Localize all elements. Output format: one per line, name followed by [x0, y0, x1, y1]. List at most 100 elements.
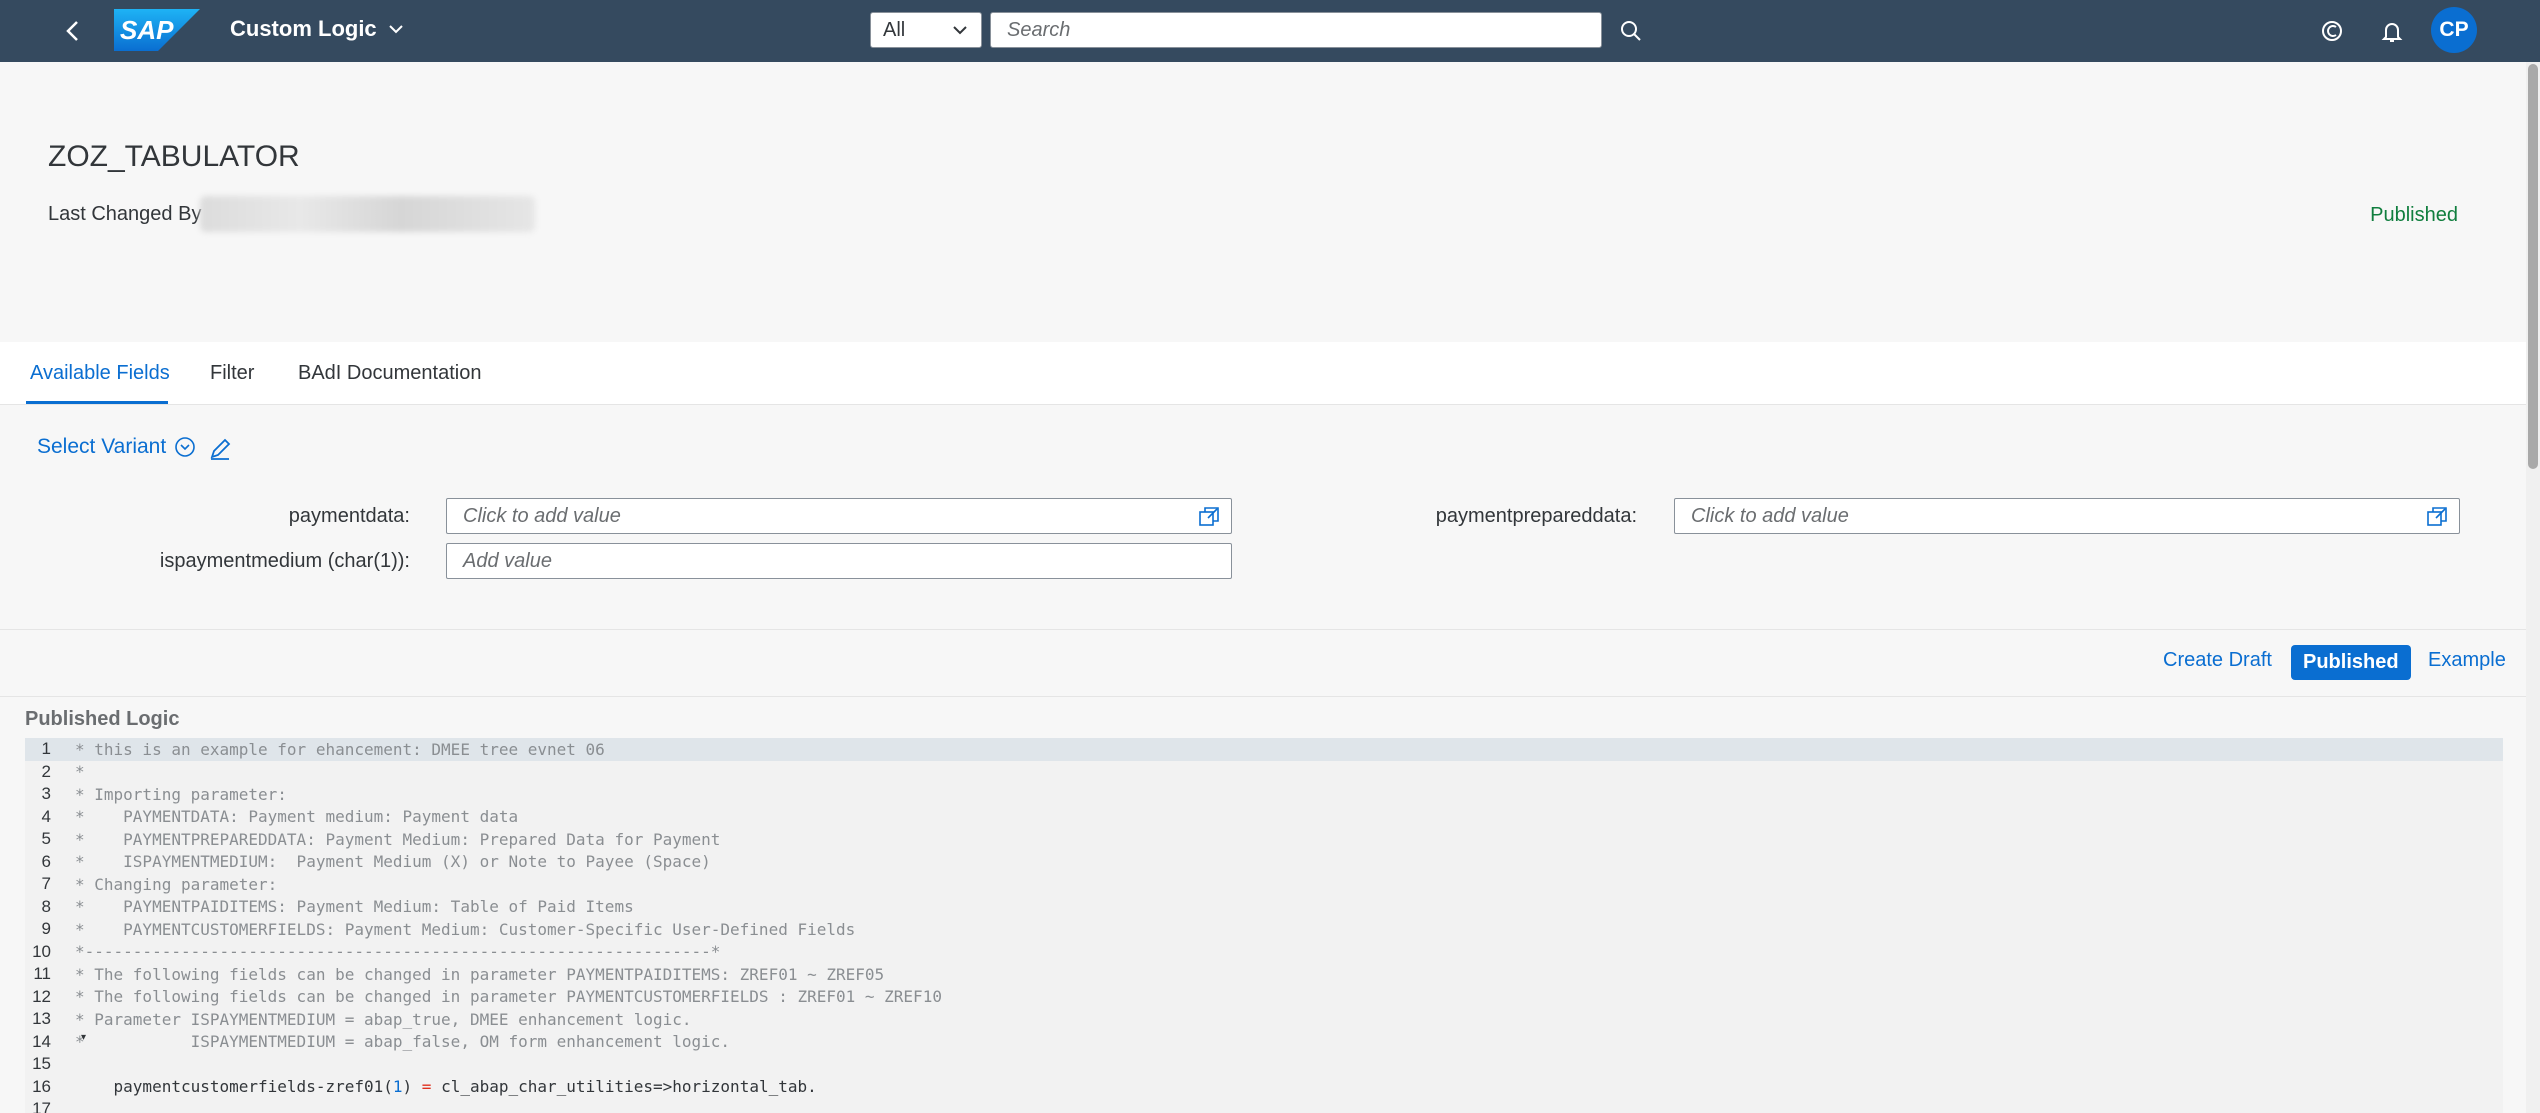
user-avatar[interactable]: CP — [2431, 7, 2477, 53]
line-number: 10 — [32, 941, 51, 961]
ispaymentmedium-input[interactable]: Add value — [446, 543, 1232, 579]
value-help-icon[interactable] — [1197, 505, 1221, 529]
code-text: * Importing parameter: — [75, 784, 287, 804]
code-text: *---------------------------------------… — [75, 942, 721, 962]
value-help-icon[interactable] — [2425, 505, 2449, 529]
object-title: ZOZ_TABULATOR — [48, 140, 300, 173]
code-line: 5 * PAYMENTPREPAREDDATA: Payment Medium: … — [25, 828, 2503, 851]
create-draft-button[interactable]: Create Draft — [2163, 649, 2272, 672]
search-scope-value: All — [883, 18, 906, 41]
code-text: * Parameter ISPAYMENTMEDIUM = abap_true,… — [75, 1009, 692, 1029]
fold-arrow-icon[interactable]: ▾ — [81, 1032, 86, 1043]
line-number: 7 — [41, 874, 51, 894]
line-number: 15 — [32, 1054, 51, 1074]
code-line: 1 * this is an example for ehancement: DM… — [25, 738, 2503, 761]
code-line: 15 — [25, 1053, 2503, 1076]
last-changed-label: Last Changed By — [48, 203, 202, 225]
line-number: 5 — [41, 829, 51, 849]
code-text: * ISPAYMENTMEDIUM = abap_false, OM form … — [75, 1032, 731, 1052]
code-line: 3 * Importing parameter: — [25, 783, 2503, 806]
line-number: 13 — [32, 1009, 51, 1029]
line-number: 9 — [41, 919, 51, 939]
paymentdata-placeholder: Click to add value — [463, 504, 621, 527]
code-text: * PAYMENTDATA: Payment medium: Payment d… — [75, 807, 519, 827]
copilot-icon[interactable] — [2317, 16, 2347, 46]
code-line: 12 * The following fields can be changed … — [25, 986, 2503, 1009]
code-line: 16 paymentcustomerfields-zref01(1) = cl_… — [25, 1076, 2503, 1099]
paymentdata-input[interactable]: Click to add value — [446, 498, 1232, 534]
search-scope-select[interactable]: All — [870, 12, 982, 48]
code-editor[interactable]: 1 * this is an example for ehancement: DM… — [25, 738, 2503, 1113]
app-title-menu[interactable]: Custom Logic — [230, 16, 405, 42]
sap-logo-text: SAP — [120, 15, 174, 45]
code-text: * ISPAYMENTMEDIUM: Payment Medium (X) or… — [75, 852, 711, 872]
code-number: 1 — [392, 1077, 403, 1097]
paymentdata-label: paymentdata: — [288, 505, 410, 527]
tab-badi-documentation[interactable]: BAdI Documentation — [298, 362, 481, 385]
scrollbar-thumb[interactable] — [2528, 64, 2538, 469]
back-icon[interactable] — [58, 16, 88, 46]
code-line: 17 — [25, 1098, 2503, 1113]
shell-bar: SAP Custom Logic All Search CP — [0, 0, 2540, 62]
line-number: 1 — [41, 739, 51, 759]
code-line: 6 * ISPAYMENTMEDIUM: Payment Medium (X) o… — [25, 851, 2503, 874]
code-text: * The following fields can be changed in… — [75, 964, 885, 984]
line-number-text: 14 — [32, 1031, 51, 1051]
code-line: 7 * Changing parameter: — [25, 873, 2503, 896]
tab-available-fields[interactable]: Available Fields — [30, 362, 170, 385]
code-token: paymentcustomerfields-zref01( — [75, 1077, 393, 1097]
sap-logo[interactable]: SAP — [114, 9, 200, 51]
search-input[interactable]: Search — [990, 12, 1602, 48]
code-line: 8 * PAYMENTPAIDITEMS: Payment Medium: Tab… — [25, 896, 2503, 919]
app-title: Custom Logic — [230, 16, 377, 41]
search-icon[interactable] — [1616, 16, 1646, 46]
line-number: 6 — [41, 851, 51, 871]
line-number: 14 ▾ — [25, 1031, 86, 1052]
code-line: 11 * The following fields can be changed … — [25, 963, 2503, 986]
paymentprepareddata-input[interactable]: Click to add value — [1674, 498, 2460, 534]
code-line: 4 * PAYMENTDATA: Payment medium: Payment … — [25, 806, 2503, 829]
status-text: Published — [2370, 204, 2458, 226]
line-number: 3 — [41, 784, 51, 804]
code-text: * PAYMENTPREPAREDDATA: Payment Medium: P… — [75, 829, 721, 849]
ispaymentmedium-placeholder: Add value — [463, 549, 552, 572]
line-number: 17 — [32, 1099, 51, 1113]
line-number: 2 — [41, 761, 51, 781]
code-text: * this is an example for ehancement: DME… — [75, 739, 605, 759]
line-number: 8 — [41, 896, 51, 916]
line-number: 16 — [32, 1076, 51, 1096]
example-button[interactable]: Example — [2428, 649, 2506, 672]
code-line: 9 * PAYMENTCUSTOMERFIELDS: Payment Medium… — [25, 918, 2503, 941]
code-line: 14 ▾ * ISPAYMENTMEDIUM = abap_false, OM fo… — [25, 1031, 2503, 1054]
filter-area: Select Variant paymentdata: Click to add… — [0, 405, 2526, 630]
line-number: 12 — [32, 986, 51, 1006]
code-text: * PAYMENTPAIDITEMS: Payment Medium: Tabl… — [75, 897, 634, 917]
paymentprepareddata-label: paymentprepareddata: — [1435, 505, 1637, 527]
search-placeholder: Search — [1007, 18, 1071, 41]
ispaymentmedium-label: ispaymentmedium (char(1)): — [159, 550, 410, 572]
tab-bar: Available Fields Filter BAdI Documentati… — [0, 342, 2526, 405]
code-text: * PAYMENTCUSTOMERFIELDS: Payment Medium:… — [75, 919, 856, 939]
code-line: 10 *-------------------------------------… — [25, 941, 2503, 964]
paymentprepareddata-placeholder: Click to add value — [1691, 504, 1849, 527]
published-button[interactable]: Published — [2291, 645, 2411, 680]
tab-filter[interactable]: Filter — [210, 362, 254, 385]
code-token: cl_abap_char_utilities=>horizontal_tab. — [431, 1077, 817, 1097]
code-line: 2 * — [25, 761, 2503, 784]
code-token: ) — [402, 1077, 422, 1097]
code-text: * Changing parameter: — [75, 874, 278, 894]
bell-icon[interactable] — [2377, 16, 2407, 46]
redacted-user-info — [200, 196, 535, 232]
code-text: * The following fields can be changed in… — [75, 987, 942, 1007]
active-tab-indicator — [26, 401, 168, 404]
line-number: 11 — [33, 964, 51, 984]
chevron-down-icon — [953, 26, 967, 35]
select-variant-button[interactable]: Select Variant — [37, 435, 196, 459]
line-number: 4 — [41, 806, 51, 826]
chevron-down-icon — [388, 25, 403, 34]
logic-toolbar: Create Draft Published Example — [0, 630, 2526, 697]
edit-icon[interactable] — [206, 435, 234, 463]
chevron-down-circle-icon — [175, 437, 195, 457]
select-variant-label: Select Variant — [37, 435, 167, 458]
code-statement: paymentcustomerfields-zref01(1) = cl_aba… — [51, 1077, 817, 1096]
